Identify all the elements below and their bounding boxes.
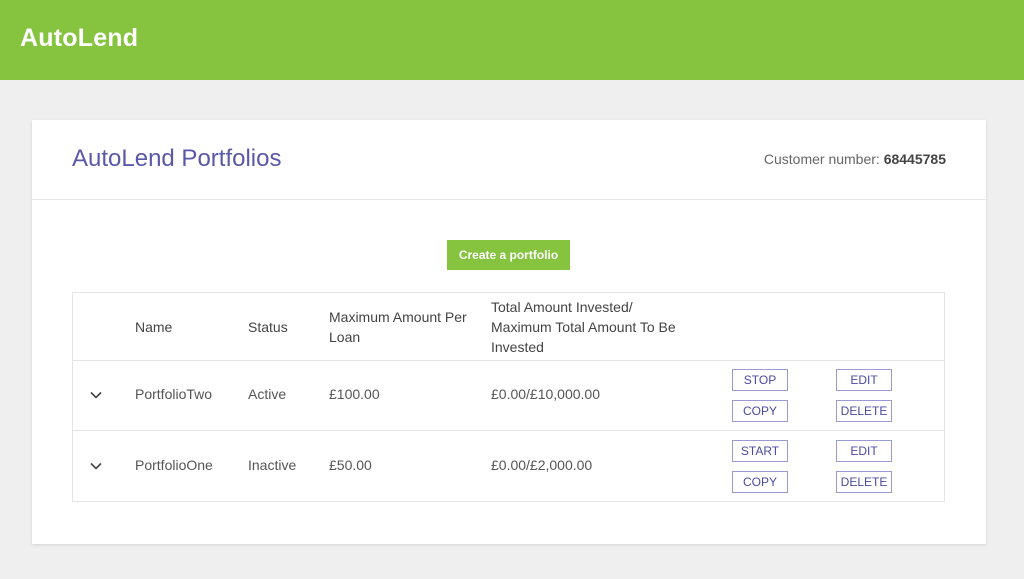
start-button[interactable]: START (732, 440, 788, 462)
edit-button[interactable]: EDIT (836, 369, 892, 391)
delete-button[interactable]: DELETE (836, 471, 892, 493)
table-row: PortfolioTwo Active £100.00 £0.00/£10,00… (73, 361, 944, 431)
create-portfolio-button[interactable]: Create a portfolio (447, 240, 570, 270)
portfolio-max-per-loan: £100.00 (329, 386, 380, 402)
portfolio-name: PortfolioOne (135, 457, 213, 473)
edit-button[interactable]: EDIT (836, 440, 892, 462)
customer-number-label: Customer number: (763, 151, 880, 167)
stop-button[interactable]: STOP (732, 369, 788, 391)
portfolio-status: Active (248, 386, 287, 402)
portfolio-max-per-loan: £50.00 (329, 457, 372, 473)
portfolio-total-invested: £0.00/£10,000.00 (491, 386, 600, 402)
column-header-max-per-loan: Maximum Amount Per Loan (329, 309, 467, 345)
page-title: AutoLend Portfolios (72, 145, 282, 172)
column-header-name: Name (135, 319, 173, 335)
portfolios-card: AutoLend Portfolios Customer number: 684… (32, 120, 986, 544)
portfolio-status: Inactive (248, 457, 297, 473)
portfolio-name: PortfolioTwo (135, 386, 213, 402)
column-header-total-invested: Total Amount Invested/ Maximum Total Amo… (491, 299, 676, 355)
app-logo[interactable]: AutoLend (20, 24, 138, 53)
customer-number: Customer number: 68445785 (764, 151, 946, 167)
table-row: PortfolioOne Inactive £50.00 £0.00/£2,00… (73, 432, 944, 502)
column-header-status: Status (248, 319, 288, 335)
customer-number-value: 68445785 (883, 151, 946, 167)
chevron-down-icon[interactable] (89, 388, 103, 402)
chevron-down-icon[interactable] (89, 459, 103, 473)
top-bar: AutoLend (0, 0, 1024, 80)
table-header: Name Status Maximum Amount Per Loan Tota… (73, 293, 944, 361)
copy-button[interactable]: COPY (732, 471, 788, 493)
card-header: AutoLend Portfolios Customer number: 684… (32, 120, 986, 200)
delete-button[interactable]: DELETE (836, 400, 892, 422)
copy-button[interactable]: COPY (732, 400, 788, 422)
portfolio-total-invested: £0.00/£2,000.00 (491, 457, 593, 473)
portfolios-table: Name Status Maximum Amount Per Loan Tota… (72, 292, 945, 502)
